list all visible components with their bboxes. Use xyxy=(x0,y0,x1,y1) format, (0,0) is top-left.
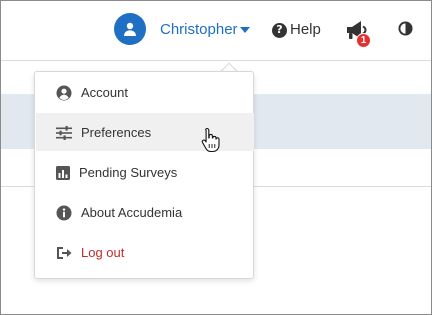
user-circle-icon xyxy=(56,85,72,101)
menu-item-label: Preferences xyxy=(81,125,152,140)
app-frame: Christopher ? Help 1 Account Preferences… xyxy=(0,0,432,315)
user-dropdown-menu: Account Preferences Pending Surveys Abou… xyxy=(34,71,254,279)
help-label: Help xyxy=(290,21,321,38)
menu-item-pending-surveys[interactable]: Pending Surveys xyxy=(36,153,254,191)
menu-item-about[interactable]: About Accudemia xyxy=(36,193,254,231)
menu-item-label: Account xyxy=(81,85,128,100)
menu-item-label: About Accudemia xyxy=(81,205,183,220)
question-circle-icon: ? xyxy=(272,22,287,38)
help-link[interactable]: ? Help xyxy=(272,21,321,39)
caret-down-icon[interactable] xyxy=(240,27,250,33)
sliders-icon xyxy=(56,126,72,140)
info-circle-icon xyxy=(56,205,72,221)
bar-chart-icon xyxy=(56,166,70,180)
user-menu-toggle[interactable]: Christopher xyxy=(160,21,238,39)
top-navbar: Christopher ? Help 1 xyxy=(1,1,431,61)
hand-pointer-cursor-icon xyxy=(201,127,220,153)
menu-item-preferences[interactable]: Preferences xyxy=(36,113,254,151)
user-silhouette-icon xyxy=(124,22,136,36)
user-avatar-icon[interactable] xyxy=(114,13,146,45)
sign-out-icon xyxy=(57,247,72,259)
menu-item-account[interactable]: Account xyxy=(36,73,254,111)
menu-item-logout[interactable]: Log out xyxy=(36,233,254,271)
contrast-toggle-icon[interactable] xyxy=(398,21,413,36)
menu-item-label: Log out xyxy=(81,245,125,260)
notification-badge: 1 xyxy=(356,33,371,48)
menu-item-label: Pending Surveys xyxy=(79,165,178,180)
